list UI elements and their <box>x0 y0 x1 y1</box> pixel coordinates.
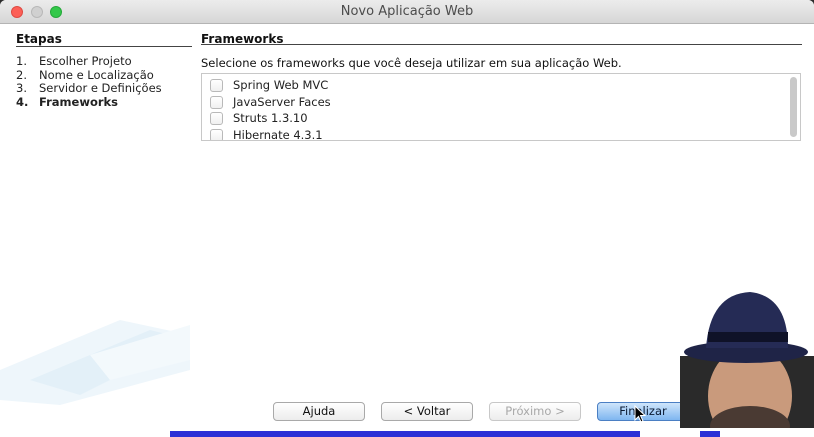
step-item: 1. Escolher Projeto <box>16 54 196 69</box>
new-web-app-dialog: Novo Aplicação Web Etapas 1. Escolher Pro… <box>0 0 814 437</box>
mouse-cursor-icon <box>634 405 646 423</box>
instruction-text: Selecione os frameworks que você deseja … <box>201 56 622 70</box>
title-bar[interactable]: Novo Aplicação Web <box>0 0 814 24</box>
step-label: Escolher Projeto <box>39 54 132 68</box>
framework-checkbox[interactable] <box>210 78 223 92</box>
next-button[interactable]: Próximo > <box>489 402 581 421</box>
framework-label: Hibernate 4.3.1 <box>233 128 323 141</box>
framework-item[interactable]: Spring Web MVC <box>210 77 328 93</box>
help-button[interactable]: Ajuda <box>273 402 365 421</box>
step-label: Frameworks <box>39 94 119 109</box>
framework-item[interactable]: Hibernate 4.3.1 <box>210 127 323 141</box>
framework-item[interactable]: Struts 1.3.10 <box>210 110 308 126</box>
steps-heading: Etapas <box>16 32 62 46</box>
step-label: Nome e Localização <box>39 67 154 82</box>
step-item-current: 4. Frameworks <box>16 94 196 110</box>
framework-checkbox[interactable] <box>210 111 223 125</box>
step-number: 2. <box>16 67 27 82</box>
section-divider <box>201 44 802 45</box>
step-number: 4. <box>16 94 29 109</box>
steps-panel: Etapas <box>16 32 186 46</box>
framework-label: JavaServer Faces <box>233 95 331 109</box>
caption-strip <box>0 428 814 437</box>
step-item: 3. Servidor e Definições <box>16 81 196 96</box>
back-button[interactable]: < Voltar <box>381 402 473 421</box>
step-item: 2. Nome e Localização <box>16 67 196 83</box>
steps-divider <box>16 46 192 47</box>
step-label: Servidor e Definições <box>39 81 162 95</box>
window-title: Novo Aplicação Web <box>340 4 474 19</box>
steps-list: 1. Escolher Projeto 2. Nome e Localização … <box>16 54 196 110</box>
step-number: 1. <box>16 54 27 68</box>
decorative-watermark <box>0 320 190 405</box>
framework-label: Struts 1.3.10 <box>233 111 308 125</box>
framework-item[interactable]: JavaServer Faces <box>210 94 331 110</box>
framework-checkbox[interactable] <box>210 128 223 140</box>
step-number: 3. <box>16 81 27 95</box>
list-scrollbar[interactable] <box>790 77 797 137</box>
frameworks-list[interactable]: Spring Web MVC JavaServer Faces Struts 1… <box>201 73 801 141</box>
framework-checkbox[interactable] <box>210 95 223 109</box>
framework-label: Spring Web MVC <box>233 78 329 92</box>
webcam-overlay <box>680 286 814 437</box>
